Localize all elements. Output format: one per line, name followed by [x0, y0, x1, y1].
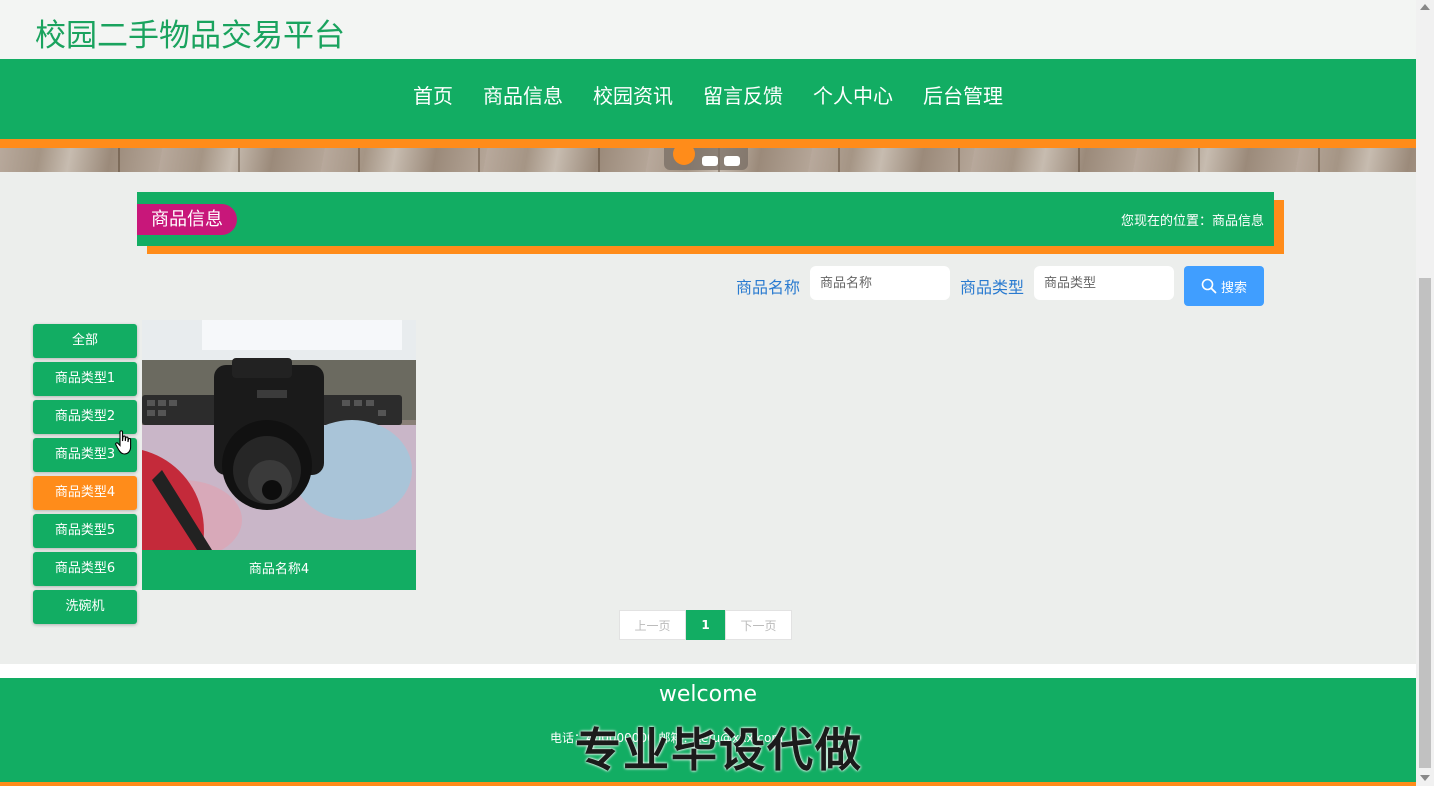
nav-item-products[interactable]: 商品信息: [468, 81, 578, 111]
page: 校园二手物品交易平台 首页 商品信息 校园资讯 留言反馈 个人中心 后台管理 商…: [0, 0, 1416, 786]
breadcrumb: 您现在的位置：商品信息: [1120, 214, 1264, 229]
top-bar: 校园二手物品交易平台: [0, 0, 1416, 59]
scrollbar-thumb[interactable]: [1419, 278, 1431, 768]
pagination-prev[interactable]: 上一页: [619, 610, 686, 640]
product-name[interactable]: 商品名称4: [142, 550, 416, 590]
footer-welcome: welcome: [658, 682, 758, 707]
nav-item-profile[interactable]: 个人中心: [798, 81, 908, 111]
product-image[interactable]: [142, 320, 416, 550]
camera-photo: [142, 320, 416, 550]
category-type-2[interactable]: 商品类型2: [33, 400, 137, 434]
name-search-label: 商品名称: [736, 278, 801, 297]
section-title: 商品信息: [137, 204, 237, 235]
category-dishwasher[interactable]: 洗碗机: [33, 590, 137, 624]
watermark-overlay: 专业毕设代做: [575, 723, 863, 777]
nav-item-feedback[interactable]: 留言反馈: [688, 81, 798, 111]
hand-cursor-icon: [115, 430, 132, 455]
nav-accent-stripe: [0, 139, 1416, 148]
section-header: [137, 192, 1274, 246]
category-type-5[interactable]: 商品类型5: [33, 514, 137, 548]
carousel-dot[interactable]: [724, 156, 740, 166]
scroll-down-arrow-icon[interactable]: [1420, 775, 1430, 781]
pagination-current-page[interactable]: 1: [686, 610, 725, 640]
nav-item-news[interactable]: 校园资讯: [578, 81, 688, 111]
type-search-input[interactable]: [1034, 266, 1174, 300]
type-search-label: 商品类型: [960, 278, 1025, 297]
nav-item-home[interactable]: 首页: [398, 81, 468, 111]
search-button-label: 搜索: [1220, 280, 1247, 296]
pagination-next[interactable]: 下一页: [725, 610, 792, 640]
carousel-dot[interactable]: [702, 156, 718, 166]
main-nav: 首页 商品信息 校园资讯 留言反馈 个人中心 后台管理: [0, 59, 1416, 139]
category-type-4[interactable]: 商品类型4: [33, 476, 137, 510]
category-all[interactable]: 全部: [33, 324, 137, 358]
carousel-dot-active[interactable]: [673, 143, 695, 165]
category-type-6[interactable]: 商品类型6: [33, 552, 137, 586]
name-search-input[interactable]: [810, 266, 950, 300]
nav-item-admin[interactable]: 后台管理: [908, 81, 1018, 111]
scroll-up-arrow-icon[interactable]: [1420, 4, 1430, 10]
search-button[interactable]: 搜索: [1184, 266, 1264, 306]
search-icon: [1201, 278, 1217, 294]
category-type-1[interactable]: 商品类型1: [33, 362, 137, 396]
footer-spacer: [0, 664, 1416, 678]
footer-accent-stripe: [0, 782, 1416, 786]
site-title: 校园二手物品交易平台: [35, 18, 345, 54]
